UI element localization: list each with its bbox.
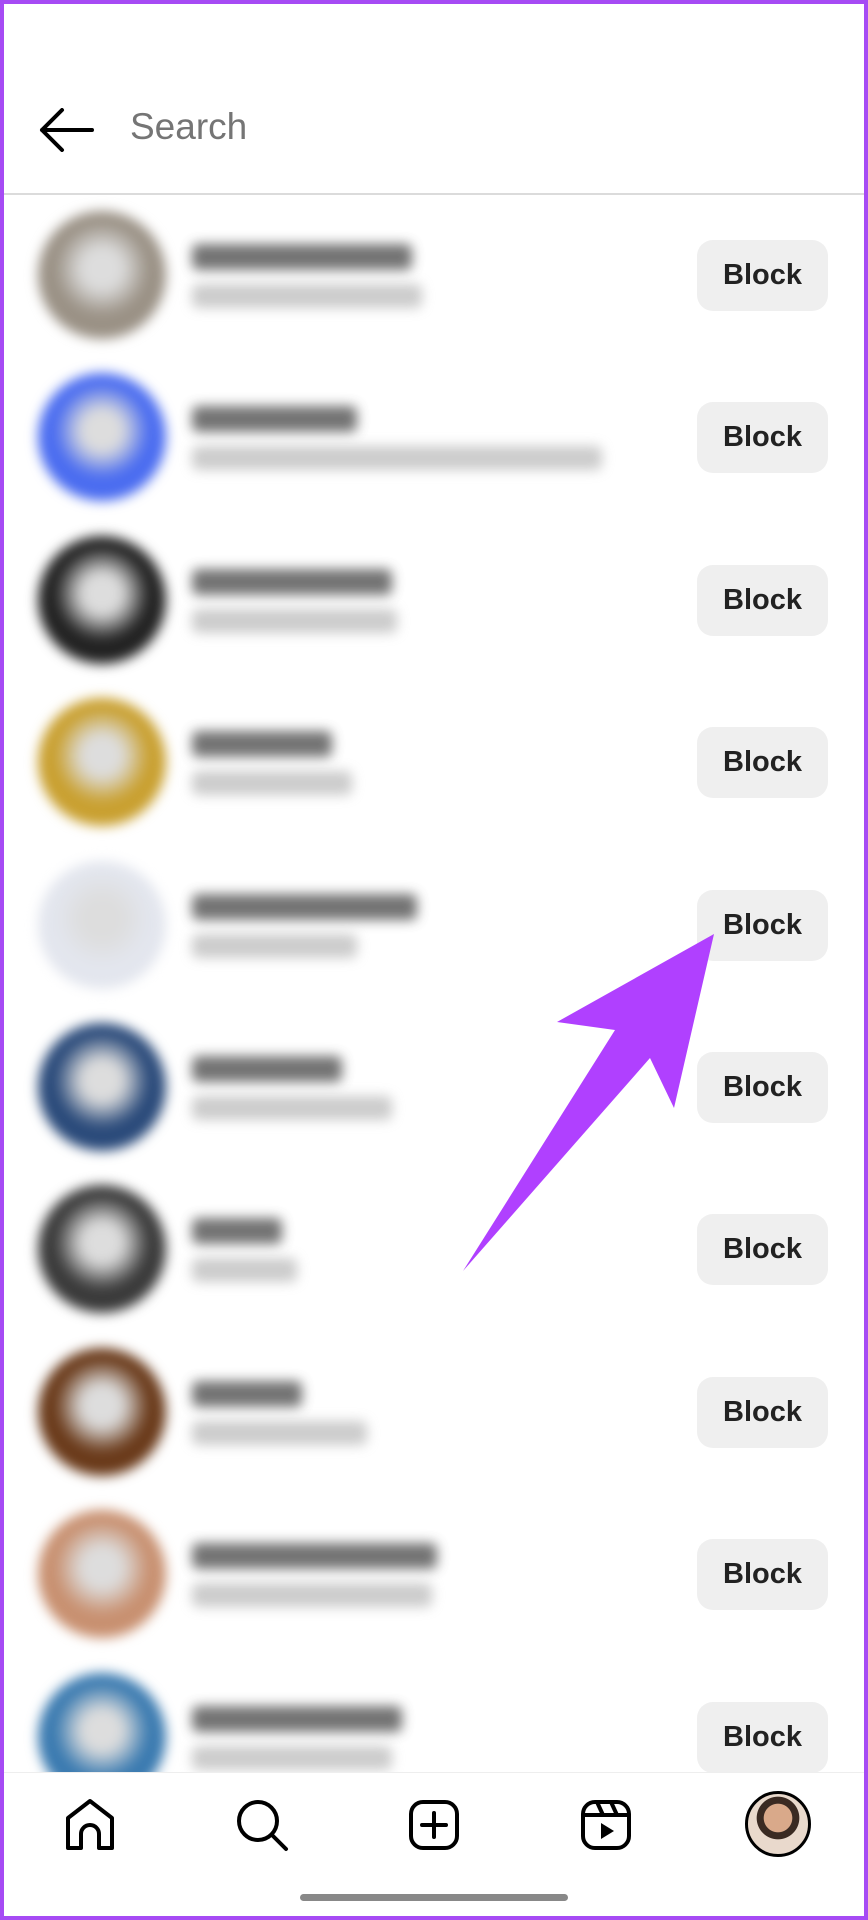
list-item: Block bbox=[0, 681, 868, 843]
list-item: Block bbox=[0, 519, 868, 681]
fullname-blurred bbox=[192, 1096, 392, 1120]
block-button[interactable]: Block bbox=[697, 889, 828, 961]
header bbox=[0, 0, 868, 194]
username-blurred bbox=[192, 1056, 342, 1082]
username-blurred bbox=[192, 1380, 302, 1407]
block-button[interactable]: Block bbox=[697, 727, 828, 799]
home-icon bbox=[66, 1799, 114, 1850]
nav-profile[interactable] bbox=[745, 1791, 811, 1857]
username-blurred bbox=[192, 1705, 402, 1732]
fullname-blurred bbox=[192, 284, 422, 308]
avatar[interactable] bbox=[38, 535, 166, 664]
fullname-blurred bbox=[192, 1258, 297, 1283]
search-icon bbox=[237, 1800, 288, 1851]
nav-reels[interactable] bbox=[576, 1795, 636, 1855]
list-item: Block bbox=[0, 1006, 868, 1168]
create-icon bbox=[409, 1800, 459, 1850]
username-blurred bbox=[192, 1218, 282, 1245]
back-arrow-icon[interactable] bbox=[38, 108, 94, 152]
reels-icon bbox=[581, 1800, 631, 1850]
list-item: Block bbox=[0, 1168, 868, 1330]
block-button[interactable]: Block bbox=[697, 1701, 828, 1773]
block-button[interactable]: Block bbox=[697, 1052, 828, 1123]
avatar[interactable] bbox=[38, 1347, 166, 1476]
block-button[interactable]: Block bbox=[697, 1376, 828, 1448]
fullname-blurred bbox=[192, 1583, 432, 1608]
list-item: Block bbox=[0, 1493, 868, 1655]
list-item: Block bbox=[0, 844, 868, 1006]
avatar[interactable] bbox=[38, 1023, 166, 1151]
block-button[interactable]: Block bbox=[697, 402, 828, 474]
fullname-blurred bbox=[192, 446, 602, 471]
avatar[interactable] bbox=[38, 373, 166, 502]
block-button[interactable]: Block bbox=[697, 1214, 828, 1286]
block-button[interactable]: Block bbox=[697, 564, 828, 636]
avatar[interactable] bbox=[38, 860, 166, 989]
profile-avatar bbox=[745, 1791, 811, 1857]
home-indicator[interactable] bbox=[300, 1894, 568, 1901]
avatar[interactable] bbox=[38, 211, 166, 339]
fullname-blurred bbox=[192, 933, 357, 958]
fullname-blurred bbox=[192, 771, 352, 796]
list-item: Block bbox=[0, 194, 868, 356]
list-item: Block bbox=[0, 356, 868, 518]
nav-search[interactable] bbox=[232, 1795, 292, 1855]
search-input[interactable] bbox=[130, 106, 730, 148]
avatar[interactable] bbox=[38, 698, 166, 827]
username-blurred bbox=[192, 406, 357, 433]
username-blurred bbox=[192, 893, 417, 920]
fullname-blurred bbox=[192, 1420, 367, 1445]
nav-create[interactable] bbox=[404, 1795, 464, 1855]
nav-home[interactable] bbox=[60, 1795, 120, 1855]
username-blurred bbox=[192, 731, 332, 758]
fullname-blurred bbox=[192, 1745, 392, 1770]
username-blurred bbox=[192, 1543, 437, 1570]
block-button[interactable]: Block bbox=[697, 1539, 828, 1611]
block-button[interactable]: Block bbox=[697, 240, 828, 311]
username-blurred bbox=[192, 244, 412, 270]
avatar[interactable] bbox=[38, 1510, 166, 1639]
avatar[interactable] bbox=[38, 1185, 166, 1314]
fullname-blurred bbox=[192, 608, 397, 633]
list-item: Block bbox=[0, 1331, 868, 1493]
username-blurred bbox=[192, 568, 392, 595]
